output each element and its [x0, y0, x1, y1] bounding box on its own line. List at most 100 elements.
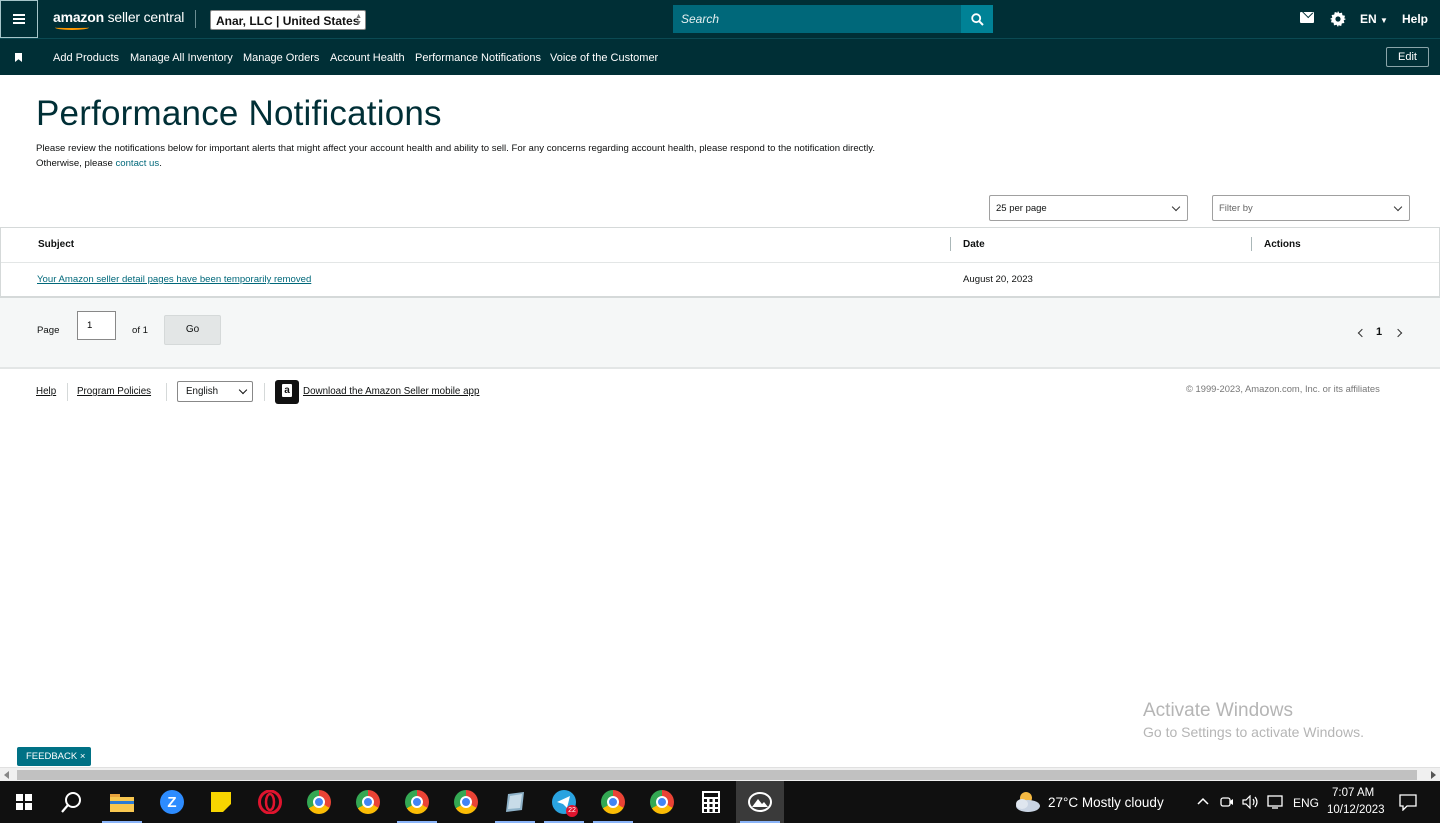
- telegram-badge: 22: [566, 805, 578, 817]
- meet-now-icon[interactable]: [1220, 795, 1234, 809]
- network-icon[interactable]: [1267, 795, 1283, 809]
- taskbar-search-button[interactable]: [48, 781, 96, 823]
- search-button[interactable]: [961, 5, 993, 33]
- activate-windows-title: Activate Windows: [1143, 700, 1293, 721]
- program-policies-link[interactable]: Program Policies: [77, 386, 151, 397]
- close-icon[interactable]: ×: [80, 751, 86, 762]
- download-app-link[interactable]: Download the Amazon Seller mobile app: [303, 386, 479, 397]
- footer-divider: [166, 383, 167, 401]
- input-language[interactable]: ENG: [1293, 796, 1319, 810]
- footer-language-value: English: [186, 386, 219, 397]
- current-page-number[interactable]: 1: [1376, 326, 1382, 338]
- page-label: Page: [37, 325, 60, 336]
- horizontal-scrollbar[interactable]: [0, 767, 1440, 781]
- updown-arrows-icon: ▲ ▼: [355, 13, 362, 27]
- chevron-right-icon[interactable]: [1393, 328, 1403, 338]
- amazon-smile-icon: [55, 25, 89, 30]
- go-button[interactable]: Go: [164, 315, 221, 345]
- taskbar-zoom[interactable]: Z: [148, 781, 196, 823]
- scroll-left-arrow-icon[interactable]: [4, 771, 9, 779]
- column-divider: [950, 237, 951, 251]
- feedback-label: FEEDBACK: [26, 751, 78, 762]
- filter-placeholder: Filter by: [1219, 203, 1253, 214]
- taskbar-chrome-profile-1[interactable]: [295, 781, 343, 823]
- taskbar-chrome-profile-a[interactable]: [589, 781, 637, 823]
- taskbar-chrome-profile-2[interactable]: [638, 781, 686, 823]
- clock-date[interactable]: 10/12/2023: [1327, 804, 1385, 816]
- page-number-input[interactable]: [77, 311, 116, 340]
- nav-item-voice-of-customer[interactable]: Voice of the Customer: [550, 52, 658, 64]
- chevron-down-icon: [1393, 202, 1403, 212]
- per-page-select[interactable]: 25 per page: [989, 195, 1188, 221]
- column-header-date[interactable]: Date: [963, 239, 985, 250]
- clock-time[interactable]: 7:07 AM: [1332, 787, 1374, 799]
- column-header-subject[interactable]: Subject: [38, 239, 74, 250]
- header-row-divider: [1, 262, 1439, 263]
- hamburger-menu-button[interactable]: [0, 0, 38, 38]
- nav-item-add-products[interactable]: Add Products: [53, 52, 119, 64]
- taskbar-snipping-tool[interactable]: [736, 781, 784, 823]
- taskbar-sticky-notes[interactable]: [197, 781, 245, 823]
- description-period: .: [159, 158, 162, 169]
- windows-logo-icon: [16, 794, 32, 810]
- activate-windows-subtitle: Go to Settings to activate Windows.: [1143, 724, 1364, 740]
- search-input[interactable]: [673, 5, 961, 33]
- notification-subject-link[interactable]: Your Amazon seller detail pages have bee…: [37, 274, 311, 285]
- page-total-label: of 1: [132, 325, 149, 336]
- description-line-2: Otherwise, please: [36, 158, 116, 169]
- chrome-icon: [405, 790, 429, 814]
- chevron-left-icon[interactable]: [1357, 328, 1367, 338]
- search-icon: [61, 792, 81, 813]
- description-line-1: Please review the notifications below fo…: [36, 143, 876, 154]
- taskbar-chrome-profile-r[interactable]: [442, 781, 490, 823]
- taskbar-opera[interactable]: [246, 781, 294, 823]
- contact-us-link[interactable]: contact us: [115, 158, 159, 169]
- page-description: Please review the notifications below fo…: [36, 141, 996, 171]
- nav-item-manage-inventory[interactable]: Manage All Inventory: [130, 52, 233, 64]
- help-link[interactable]: Help: [1402, 12, 1428, 26]
- seller-central-logo[interactable]: amazon seller central: [53, 9, 184, 30]
- pagination-bar: Page of 1 Go 1: [0, 298, 1440, 369]
- search-icon: [970, 12, 984, 26]
- taskbar-notes-app[interactable]: [491, 781, 539, 823]
- sticky-notes-icon: [211, 792, 231, 812]
- logo-bold-text: amazon: [53, 9, 104, 25]
- chrome-icon: [356, 790, 380, 814]
- filter-select[interactable]: Filter by: [1212, 195, 1410, 221]
- taskbar-chrome[interactable]: [344, 781, 392, 823]
- weather-text[interactable]: 27°C Mostly cloudy: [1048, 795, 1164, 810]
- scroll-right-arrow-icon[interactable]: [1431, 771, 1436, 779]
- footer-language-select[interactable]: English: [177, 381, 253, 402]
- scrollbar-thumb[interactable]: [17, 770, 1417, 780]
- account-switcher[interactable]: Anar, LLC | United States ▲ ▼: [210, 10, 366, 30]
- taskbar-telegram[interactable]: 22: [540, 781, 588, 823]
- footer-divider: [67, 383, 68, 401]
- notification-center-icon[interactable]: [1399, 794, 1417, 811]
- header-divider: [195, 10, 196, 28]
- nav-item-account-health[interactable]: Account Health: [330, 52, 405, 64]
- chevron-up-icon[interactable]: [1197, 797, 1209, 805]
- language-dropdown[interactable]: EN ▼: [1360, 12, 1388, 26]
- taskbar-file-explorer[interactable]: [98, 781, 146, 823]
- mail-icon[interactable]: [1300, 12, 1314, 23]
- volume-icon[interactable]: [1242, 795, 1260, 809]
- nav-item-performance-notifications[interactable]: Performance Notifications: [415, 52, 541, 64]
- opera-icon: [258, 790, 282, 814]
- per-page-value: 25 per page: [996, 203, 1047, 214]
- folder-icon: [110, 794, 134, 812]
- notebook-icon: [506, 792, 524, 812]
- photos-icon: [748, 792, 772, 812]
- nav-bar: Add Products Manage All Inventory Manage…: [0, 38, 1440, 75]
- edit-nav-button[interactable]: Edit: [1386, 47, 1429, 67]
- gear-icon[interactable]: [1330, 11, 1346, 27]
- taskbar-calculator[interactable]: [687, 781, 735, 823]
- amazon-app-icon[interactable]: [275, 380, 299, 404]
- copyright-text: © 1999-2023, Amazon.com, Inc. or its aff…: [1186, 383, 1380, 394]
- bookmark-icon[interactable]: [15, 53, 22, 62]
- notification-date: August 20, 2023: [963, 274, 1033, 285]
- nav-item-manage-orders[interactable]: Manage Orders: [243, 52, 319, 64]
- footer-help-link[interactable]: Help: [36, 386, 56, 397]
- taskbar-chrome-profile-j[interactable]: [393, 781, 441, 823]
- start-button[interactable]: [0, 781, 48, 823]
- feedback-button[interactable]: FEEDBACK ×: [17, 747, 91, 766]
